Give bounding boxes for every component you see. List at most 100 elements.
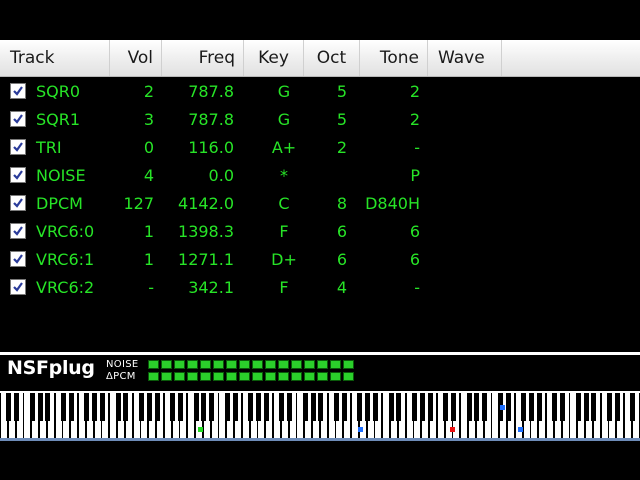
piano-black-key — [318, 393, 324, 421]
piano-keyboard — [0, 391, 640, 442]
piano-black-key — [302, 393, 308, 421]
noise-meter-segment — [343, 360, 354, 369]
active-note-marker — [198, 427, 203, 432]
dpcm-meter-segment — [148, 372, 159, 381]
piano-baseline — [0, 438, 640, 441]
piano-black-key — [287, 393, 293, 421]
dpcm-meter-segment — [200, 372, 211, 381]
column-header-track[interactable]: Track — [0, 40, 110, 76]
piano-black-key — [606, 393, 612, 421]
column-header-tone[interactable]: Tone — [360, 40, 428, 76]
piano-black-key — [419, 393, 425, 421]
track-volume: 1 — [143, 222, 154, 241]
piano-black-key — [84, 393, 90, 421]
nsfplug-logo: NSFplug — [7, 357, 95, 379]
track-enable-checkbox[interactable] — [10, 167, 26, 183]
dpcm-meter-segment — [161, 372, 172, 381]
table-row[interactable]: TRI 0 116.0 A+ 2 - — [0, 134, 640, 162]
piano-black-key — [560, 393, 566, 421]
track-key: C — [278, 194, 290, 213]
noise-meter-segment — [330, 360, 341, 369]
checkmark-icon — [13, 282, 23, 292]
track-enable-checkbox[interactable] — [10, 251, 26, 267]
noise-level-meter — [148, 360, 358, 370]
table-row[interactable]: NOISE 4 0.0 * P — [0, 162, 640, 190]
track-enable-checkbox[interactable] — [10, 83, 26, 99]
track-name: VRC6:1 — [36, 250, 95, 269]
dpcm-meter-segment — [291, 372, 302, 381]
track-tone: - — [414, 138, 420, 157]
piano-black-key — [505, 393, 511, 421]
checkmark-icon — [13, 226, 23, 236]
active-note-marker — [500, 405, 505, 410]
piano-black-key — [6, 393, 12, 421]
table-row[interactable]: VRC6:0 1 1398.3 F 6 6 — [0, 218, 640, 246]
piano-black-key — [466, 393, 472, 421]
piano-black-key — [388, 393, 394, 421]
track-tone: P — [410, 166, 420, 185]
checkmark-icon — [13, 170, 23, 180]
piano-black-key — [193, 393, 199, 421]
track-enable-checkbox[interactable] — [10, 279, 26, 295]
piano-black-key — [232, 393, 238, 421]
track-table-body: SQR0 2 787.8 G 5 2 SQR1 3 787.8 G 5 2 TRI 0 116.0 A+ 2 - N… — [0, 78, 640, 348]
piano-black-key — [170, 393, 176, 421]
table-row[interactable]: SQR0 2 787.8 G 5 2 — [0, 78, 640, 106]
track-octave: 6 — [336, 222, 348, 241]
noise-meter-segment — [200, 360, 211, 369]
track-enable-checkbox[interactable] — [10, 195, 26, 211]
track-tone: - — [414, 278, 420, 297]
track-key: G — [277, 82, 291, 101]
track-octave: 5 — [336, 82, 348, 101]
table-row[interactable]: VRC6:2 - 342.1 F 4 - — [0, 274, 640, 302]
track-name: VRC6:2 — [36, 278, 95, 297]
checkmark-icon — [13, 86, 23, 96]
track-enable-checkbox[interactable] — [10, 223, 26, 239]
piano-black-key — [482, 393, 488, 421]
piano-black-key — [123, 393, 129, 421]
piano-black-key — [372, 393, 378, 421]
piano-black-key — [614, 393, 620, 421]
track-tone: 6 — [409, 250, 420, 269]
track-volume: 127 — [123, 194, 154, 213]
track-octave: 2 — [336, 138, 348, 157]
column-header-vol[interactable]: Vol — [110, 40, 162, 76]
piano-black-key — [177, 393, 183, 421]
table-row[interactable]: DPCM 127 4142.0 C 8 D840H — [0, 190, 640, 218]
piano-black-key — [443, 393, 449, 421]
noise-meter-segment — [213, 360, 224, 369]
track-enable-checkbox[interactable] — [10, 139, 26, 155]
piano-black-key — [14, 393, 20, 421]
piano-black-key — [474, 393, 480, 421]
column-header-wave[interactable]: Wave — [428, 40, 502, 76]
piano-black-key — [263, 393, 269, 421]
checkmark-icon — [13, 114, 23, 124]
dpcm-meter-segment — [226, 372, 237, 381]
track-tone: 6 — [409, 222, 420, 241]
noise-meter-segment — [252, 360, 263, 369]
track-key: D+ — [271, 250, 297, 269]
track-frequency: 1271.1 — [178, 250, 234, 269]
noise-meter-label: NOISE — [106, 359, 139, 370]
piano-black-key — [528, 393, 534, 421]
track-name: NOISE — [36, 166, 86, 185]
column-header-oct[interactable]: Oct — [304, 40, 360, 76]
noise-meter-segment — [304, 360, 315, 369]
track-tone: D840H — [365, 194, 420, 213]
track-octave: 6 — [336, 250, 348, 269]
track-frequency: 4142.0 — [178, 194, 234, 213]
table-row[interactable]: VRC6:1 1 1271.1 D+ 6 6 — [0, 246, 640, 274]
dpcm-meter-segment — [213, 372, 224, 381]
column-header-freq[interactable]: Freq — [162, 40, 244, 76]
track-enable-checkbox[interactable] — [10, 111, 26, 127]
track-key: F — [279, 222, 289, 241]
track-name: VRC6:0 — [36, 222, 95, 241]
piano-black-key — [310, 393, 316, 421]
track-key: * — [280, 166, 288, 185]
piano-black-key — [427, 393, 433, 421]
table-row[interactable]: SQR1 3 787.8 G 5 2 — [0, 106, 640, 134]
column-header-key[interactable]: Key — [244, 40, 304, 76]
piano-black-key — [333, 393, 339, 421]
piano-black-key — [341, 393, 347, 421]
noise-meter-segment — [317, 360, 328, 369]
